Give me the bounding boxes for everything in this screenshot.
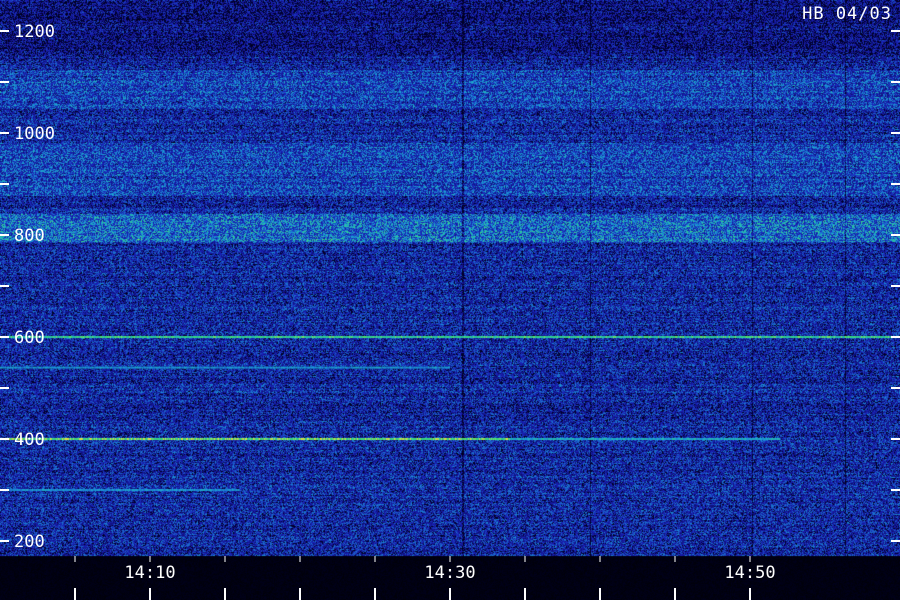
station-date-label: HB 04/03 [802, 4, 892, 24]
y-tick-label: 1000 [14, 124, 55, 144]
y-tick-label: 200 [14, 532, 45, 552]
spectrogram: 200 400 600 800 1000 1200 14:10 14:30 14:50 HB 0… [0, 0, 900, 600]
axis-overlay: 200 400 600 800 1000 1200 14:10 14:30 14:50 [0, 22, 900, 600]
y-tick-label: 800 [14, 226, 45, 246]
x-tick-label: 14:10 [124, 563, 175, 583]
y-tick-label: 600 [14, 328, 45, 348]
x-tick-label: 14:30 [424, 563, 475, 583]
y-tick-label: 400 [14, 430, 45, 450]
y-tick-label: 1200 [14, 22, 55, 42]
x-tick-label: 14:50 [724, 563, 775, 583]
